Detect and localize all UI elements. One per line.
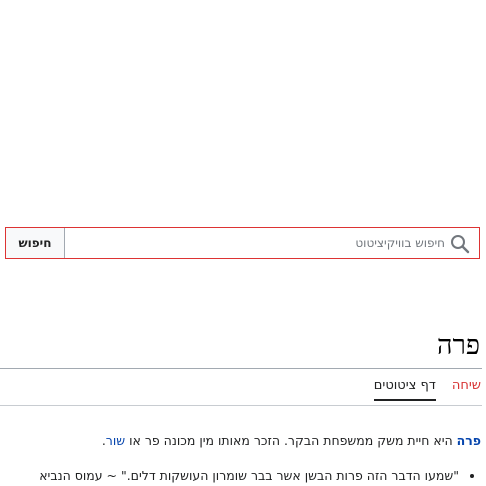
- search-input-wrap: [65, 228, 479, 258]
- title-divider: [0, 368, 482, 369]
- tab-talk[interactable]: שיחה: [452, 378, 481, 401]
- page-tabs: דף ציטוטים שיחה: [373, 378, 481, 401]
- bull-link[interactable]: שור: [106, 433, 125, 448]
- page-title: פרה: [437, 330, 480, 361]
- search-icon: [451, 235, 470, 254]
- intro-term-link[interactable]: פרה: [457, 433, 481, 448]
- search-form: חיפוש: [5, 227, 480, 259]
- intro-paragraph: פרה היא חיית משק ממשפחת הבקר. הזכר מאותו…: [3, 433, 481, 448]
- intro-text: היא חיית משק ממשפחת הבקר. הזכר מאותו מין…: [125, 433, 457, 448]
- quote-list: "שמעו הדבר הזה פרות הבשן אשר בבר שומרון …: [3, 468, 481, 483]
- list-item: "שמעו הדבר הזה פרות הבשן אשר בבר שומרון …: [3, 468, 459, 483]
- search-input[interactable]: [65, 228, 479, 258]
- search-button[interactable]: חיפוש: [6, 228, 65, 258]
- tabs-divider: [0, 405, 482, 406]
- page: חיפוש פרה דף ציטוטים שיחה פרה היא חיית מ…: [0, 0, 486, 486]
- tab-quotes-page[interactable]: דף ציטוטים: [373, 378, 436, 401]
